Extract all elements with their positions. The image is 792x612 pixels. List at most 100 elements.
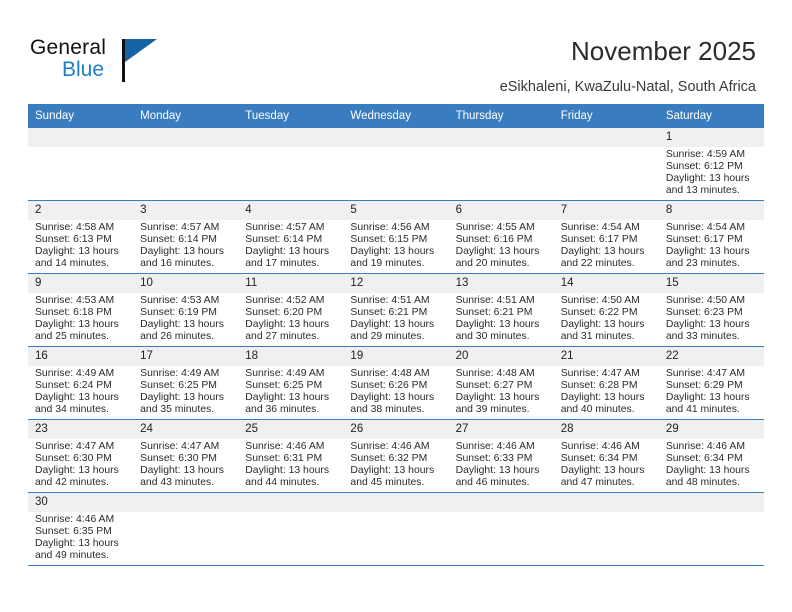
day-number: 23 (28, 420, 134, 439)
daylight-text: Daylight: 13 hours and 22 minutes. (560, 246, 645, 270)
day-details: Sunrise: 4:54 AM Sunset: 6:17 PM Daylight:… (554, 220, 659, 270)
calendar-day-cell[interactable]: 28 Sunrise: 4:46 AM Sunset: 6:34 PM Dayligh… (553, 419, 659, 493)
sunset-text: Sunset: 6:16 PM (455, 234, 533, 246)
calendar-day-cell[interactable]: 12 Sunrise: 4:51 AM Sunset: 6:21 PM Dayligh… (343, 273, 449, 347)
daylight-text: Daylight: 13 hours and 23 minutes. (665, 246, 750, 270)
sunrise-text: Sunrise: 4:46 AM (245, 441, 325, 452)
day-number: 19 (343, 347, 449, 366)
day-details: Sunrise: 4:52 AM Sunset: 6:20 PM Daylight:… (238, 293, 343, 343)
sunset-text: Sunset: 6:14 PM (140, 234, 217, 246)
calendar-day-cell[interactable]: 7 Sunrise: 4:54 AM Sunset: 6:17 PM Daylight… (553, 200, 659, 274)
sunset-text: Sunset: 6:20 PM (245, 307, 323, 319)
calendar-cell-empty (553, 128, 659, 201)
calendar-day-cell[interactable]: 21 Sunrise: 4:47 AM Sunset: 6:28 PM Dayligh… (553, 346, 659, 420)
sunrise-text: Sunrise: 4:50 AM (665, 295, 745, 306)
sunrise-text: Sunrise: 4:46 AM (560, 441, 640, 452)
day-number (658, 493, 764, 512)
day-number: 8 (658, 201, 764, 220)
calendar-day-cell[interactable]: 25 Sunrise: 4:46 AM Sunset: 6:31 PM Dayligh… (238, 419, 344, 493)
day-details: Sunrise: 4:47 AM Sunset: 6:29 PM Daylight:… (659, 366, 764, 416)
calendar-day-cell[interactable]: 3 Sunrise: 4:57 AM Sunset: 6:14 PM Daylight… (133, 200, 239, 274)
day-details: Sunrise: 4:46 AM Sunset: 6:32 PM Daylight:… (343, 439, 448, 489)
calendar-day-cell[interactable]: 22 Sunrise: 4:47 AM Sunset: 6:29 PM Dayligh… (658, 346, 764, 420)
sunrise-text: Sunrise: 4:47 AM (35, 441, 115, 452)
calendar-day-cell[interactable]: 29 Sunrise: 4:46 AM Sunset: 6:34 PM Dayligh… (658, 419, 764, 493)
calendar-day-cell[interactable]: 6 Sunrise: 4:55 AM Sunset: 6:16 PM Daylight… (448, 200, 554, 274)
day-number: 11 (238, 274, 344, 293)
day-number: 16 (28, 347, 134, 366)
sunrise-text: Sunrise: 4:49 AM (245, 368, 325, 379)
day-details: Sunrise: 4:53 AM Sunset: 6:18 PM Daylight:… (28, 293, 133, 343)
calendar-day-cell[interactable]: 10 Sunrise: 4:53 AM Sunset: 6:19 PM Dayligh… (133, 273, 239, 347)
calendar-day-cell[interactable]: 14 Sunrise: 4:50 AM Sunset: 6:22 PM Dayligh… (553, 273, 659, 347)
sunset-text: Sunset: 6:23 PM (665, 307, 743, 319)
calendar-day-cell[interactable]: 24 Sunrise: 4:47 AM Sunset: 6:30 PM Dayligh… (133, 419, 239, 493)
calendar-day-cell[interactable]: 27 Sunrise: 4:46 AM Sunset: 6:33 PM Dayligh… (448, 419, 554, 493)
day-details: Sunrise: 4:49 AM Sunset: 6:24 PM Daylight:… (28, 366, 133, 416)
day-details: Sunrise: 4:50 AM Sunset: 6:22 PM Daylight:… (554, 293, 659, 343)
day-number: 30 (28, 493, 134, 512)
daylight-text: Daylight: 13 hours and 43 minutes. (140, 465, 224, 489)
sunrise-text: Sunrise: 4:56 AM (350, 222, 430, 233)
daylight-text: Daylight: 13 hours and 16 minutes. (140, 246, 224, 270)
daylight-text: Daylight: 13 hours and 36 minutes. (245, 392, 330, 416)
day-number (553, 128, 659, 147)
sunset-text: Sunset: 6:33 PM (455, 453, 533, 465)
weekday-header-wednesday: Wednesday (343, 104, 449, 128)
calendar-day-cell[interactable]: 5 Sunrise: 4:56 AM Sunset: 6:15 PM Daylight… (343, 200, 449, 274)
daylight-text: Daylight: 13 hours and 44 minutes. (245, 465, 330, 489)
calendar-day-cell[interactable]: 26 Sunrise: 4:46 AM Sunset: 6:32 PM Dayligh… (343, 419, 449, 493)
weekday-header-sunday: Sunday (28, 104, 134, 128)
daylight-text: Daylight: 13 hours and 19 minutes. (350, 246, 435, 270)
sunset-text: Sunset: 6:26 PM (350, 380, 428, 392)
sunrise-text: Sunrise: 4:59 AM (665, 149, 745, 160)
calendar-day-cell[interactable]: 20 Sunrise: 4:48 AM Sunset: 6:27 PM Dayligh… (448, 346, 554, 420)
sunset-text: Sunset: 6:25 PM (140, 380, 217, 392)
calendar-day-cell[interactable]: 18 Sunrise: 4:49 AM Sunset: 6:25 PM Dayligh… (238, 346, 344, 420)
day-number: 7 (553, 201, 659, 220)
calendar-day-cell[interactable]: 17 Sunrise: 4:49 AM Sunset: 6:25 PM Dayligh… (133, 346, 239, 420)
day-details: Sunrise: 4:54 AM Sunset: 6:17 PM Daylight:… (659, 220, 764, 270)
day-details: Sunrise: 4:46 AM Sunset: 6:34 PM Daylight:… (554, 439, 659, 489)
calendar-day-cell[interactable]: 19 Sunrise: 4:48 AM Sunset: 6:26 PM Dayligh… (343, 346, 449, 420)
calendar-day-cell[interactable]: 11 Sunrise: 4:52 AM Sunset: 6:20 PM Dayligh… (238, 273, 344, 347)
weekday-header-saturday: Saturday (658, 104, 764, 128)
calendar-day-cell[interactable]: 4 Sunrise: 4:57 AM Sunset: 6:14 PM Daylight… (238, 200, 344, 274)
calendar-day-cell[interactable]: 13 Sunrise: 4:51 AM Sunset: 6:21 PM Dayligh… (448, 273, 554, 347)
page-subtitle-location: eSikhaleni, KwaZulu-Natal, South Africa (499, 79, 756, 95)
day-number: 5 (343, 201, 449, 220)
calendar-cell-empty (238, 492, 344, 566)
sunrise-text: Sunrise: 4:54 AM (665, 222, 745, 233)
sunrise-text: Sunrise: 4:46 AM (665, 441, 745, 452)
daylight-text: Daylight: 13 hours and 34 minutes. (35, 392, 119, 416)
day-details: Sunrise: 4:55 AM Sunset: 6:16 PM Daylight:… (449, 220, 554, 270)
day-details: Sunrise: 4:57 AM Sunset: 6:14 PM Daylight:… (238, 220, 343, 270)
calendar-day-cell[interactable]: 1 Sunrise: 4:59 AM Sunset: 6:12 PM Daylight… (658, 128, 764, 201)
day-details: Sunrise: 4:59 AM Sunset: 6:12 PM Daylight:… (659, 147, 764, 197)
sunrise-text: Sunrise: 4:48 AM (455, 368, 535, 379)
sunset-text: Sunset: 6:29 PM (665, 380, 743, 392)
calendar-day-cell[interactable]: 2 Sunrise: 4:58 AM Sunset: 6:13 PM Daylight… (28, 200, 134, 274)
day-details: Sunrise: 4:46 AM Sunset: 6:35 PM Daylight:… (28, 512, 133, 562)
day-number (553, 493, 659, 512)
sunset-text: Sunset: 6:18 PM (35, 307, 112, 319)
daylight-text: Daylight: 13 hours and 33 minutes. (665, 319, 750, 343)
day-number: 13 (448, 274, 554, 293)
day-number: 6 (448, 201, 554, 220)
day-number (448, 128, 554, 147)
general-blue-logo[interactable]: General Blue (30, 36, 210, 92)
calendar-day-cell[interactable]: 30 Sunrise: 4:46 AM Sunset: 6:35 PM Dayligh… (28, 492, 134, 566)
calendar-day-cell[interactable]: 8 Sunrise: 4:54 AM Sunset: 6:17 PM Daylight… (658, 200, 764, 274)
calendar-day-cell[interactable]: 9 Sunrise: 4:53 AM Sunset: 6:18 PM Daylight… (28, 273, 134, 347)
calendar-cell-empty (343, 128, 449, 201)
calendar-body: 1 Sunrise: 4:59 AM Sunset: 6:12 PM Daylight… (28, 128, 764, 566)
day-number: 12 (343, 274, 449, 293)
calendar-day-cell[interactable]: 23 Sunrise: 4:47 AM Sunset: 6:30 PM Dayligh… (28, 419, 134, 493)
day-number: 27 (448, 420, 554, 439)
calendar-day-cell[interactable]: 15 Sunrise: 4:50 AM Sunset: 6:23 PM Dayligh… (658, 273, 764, 347)
sunrise-text: Sunrise: 4:54 AM (560, 222, 640, 233)
day-details: Sunrise: 4:47 AM Sunset: 6:30 PM Daylight:… (28, 439, 133, 489)
daylight-text: Daylight: 13 hours and 49 minutes. (35, 538, 119, 562)
day-details: Sunrise: 4:46 AM Sunset: 6:33 PM Daylight:… (449, 439, 554, 489)
calendar-day-cell[interactable]: 16 Sunrise: 4:49 AM Sunset: 6:24 PM Dayligh… (28, 346, 134, 420)
